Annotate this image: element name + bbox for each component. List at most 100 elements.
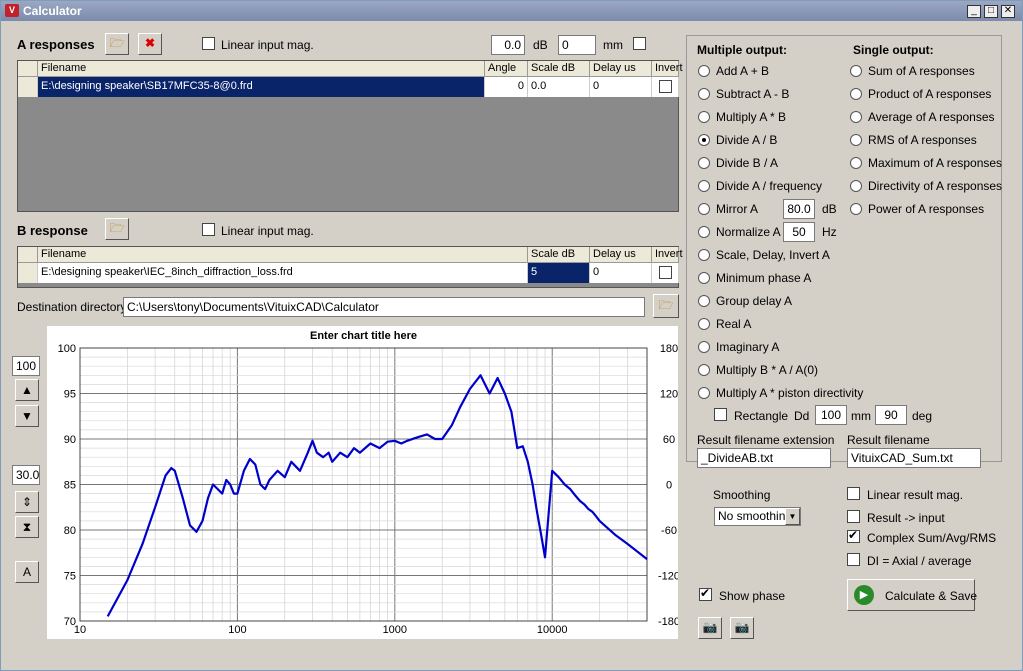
db-offset-input[interactable]: 0.0 (491, 35, 525, 55)
single-output-option-label[interactable]: Maximum of A responses (868, 156, 1002, 170)
multiple-output-radio-13[interactable] (698, 364, 710, 376)
expand-range-button[interactable]: ⇕ (15, 491, 39, 513)
multiple-output-radio-3[interactable] (698, 134, 710, 146)
multiple-output-option-label[interactable]: Multiply B * A / A(0) (716, 363, 818, 377)
col-header-invert: Invert (652, 247, 683, 263)
cell-scale[interactable]: 0.0 (528, 77, 590, 97)
result-ext-input[interactable]: _DivideAB.txt (697, 448, 831, 468)
row-selector[interactable] (18, 263, 38, 283)
row-selector[interactable] (18, 77, 38, 97)
multiple-output-radio-2[interactable] (698, 111, 710, 123)
multiple-output-option-label[interactable]: Group delay A (716, 294, 792, 308)
multiple-output-option-label[interactable]: Minimum phase A (716, 271, 811, 285)
angle-value-input[interactable]: 90 (875, 405, 907, 425)
single-output-radio-4[interactable] (850, 157, 862, 169)
multiple-output-option-label[interactable]: Imaginary A (716, 340, 779, 354)
multiple-output-radio-8[interactable] (698, 249, 710, 261)
multiple-output-radio-10[interactable] (698, 295, 710, 307)
multiple-output-radio-9[interactable] (698, 272, 710, 284)
a-responses-grid: Filename Angle Scale dB Delay us Invert … (17, 60, 683, 212)
multiple-output-radio-12[interactable] (698, 341, 710, 353)
a-linear-input-checkbox[interactable] (202, 37, 215, 50)
capture-add-button[interactable]: 📷 (698, 617, 722, 639)
b-linear-input-checkbox[interactable] (202, 223, 215, 236)
browse-folder-button[interactable]: 🗁 (653, 294, 679, 318)
smoothing-dropdown-button[interactable]: ▼ (785, 508, 800, 525)
linear-result-checkbox[interactable] (847, 487, 860, 500)
cell-invert[interactable] (652, 77, 679, 97)
multiple-output-option-label[interactable]: Divide A / B (716, 133, 777, 147)
single-output-option-label[interactable]: Product of A responses (868, 87, 991, 101)
col-header-scale: Scale dB (528, 247, 590, 263)
chart-top-input[interactable]: 100 (12, 356, 40, 376)
multiple-output-option-label[interactable]: Normalize A (716, 225, 781, 239)
single-output-radio-0[interactable] (850, 65, 862, 77)
mirror-value-input[interactable]: 80.0 (783, 199, 815, 219)
multiple-output-option-label[interactable]: Subtract A - B (716, 87, 789, 101)
auto-scale-button[interactable]: A (15, 561, 39, 583)
multiple-output-option-label[interactable]: Divide B / A (716, 156, 778, 170)
single-output-option-label[interactable]: Sum of A responses (868, 64, 975, 78)
close-button[interactable]: ✕ (1001, 5, 1015, 18)
cell-angle[interactable]: 0 (485, 77, 528, 97)
multiple-output-option-label[interactable]: Multiply A * piston directivity (716, 386, 863, 400)
multiple-output-option-label[interactable]: Scale, Delay, Invert A (716, 248, 830, 262)
multiple-output-radio-6[interactable] (698, 203, 710, 215)
chart-range-input[interactable]: 30.0 (12, 465, 40, 485)
di-axial-checkbox[interactable] (847, 553, 860, 566)
a-open-folder-button[interactable]: 🗁 (105, 33, 129, 55)
single-output-option-label[interactable]: Directivity of A responses (868, 179, 1002, 193)
show-phase-checkbox[interactable] (699, 586, 712, 601)
y2-tick-label: -180 (658, 616, 678, 628)
multiple-output-radio-1[interactable] (698, 88, 710, 100)
folder-icon: 🗁 (109, 36, 125, 50)
single-output-radio-5[interactable] (850, 180, 862, 192)
cell-delay[interactable]: 0 (590, 77, 652, 97)
calculate-save-button[interactable]: ▶ Calculate & Save (847, 579, 977, 611)
result-name-input[interactable]: VituixCAD_Sum.txt (847, 448, 981, 468)
rectangle-checkbox[interactable] (714, 408, 727, 421)
single-output-radio-2[interactable] (850, 111, 862, 123)
multiple-output-radio-5[interactable] (698, 180, 710, 192)
single-output-radio-6[interactable] (850, 203, 862, 215)
capture-remove-button[interactable]: 📷 (730, 617, 754, 639)
single-output-option-label[interactable]: RMS of A responses (868, 133, 977, 147)
cell-delay[interactable]: 0 (590, 263, 652, 283)
complex-sum-checkbox[interactable] (847, 528, 860, 543)
multiple-output-option-label[interactable]: Add A + B (716, 64, 769, 78)
result-input-checkbox[interactable] (847, 510, 860, 523)
b-open-folder-button[interactable]: 🗁 (105, 218, 129, 240)
normalize-value-input[interactable]: 50 (783, 222, 815, 242)
invert-checkbox[interactable] (659, 80, 672, 93)
multiple-output-option-label[interactable]: Multiply A * B (716, 110, 786, 124)
multiple-output-radio-14[interactable] (698, 387, 710, 399)
multiple-output-radio-4[interactable] (698, 157, 710, 169)
minimize-button[interactable]: _ (967, 5, 981, 18)
destination-path-input[interactable]: C:\Users\tony\Documents\VituixCAD\Calcul… (123, 297, 645, 317)
maximize-button[interactable]: □ (984, 5, 998, 18)
scale-down-button[interactable]: ▼ (15, 405, 39, 427)
single-output-option-label[interactable]: Power of A responses (868, 202, 984, 216)
single-output-radio-3[interactable] (850, 134, 862, 146)
complex-sum-label: Complex Sum/Avg/RMS (867, 531, 997, 545)
invert-checkbox[interactable] (659, 266, 672, 279)
cell-scale[interactable]: 5 (528, 263, 590, 283)
cell-filename[interactable]: E:\designing speaker\IEC_8inch_diffracti… (38, 263, 528, 283)
multiple-output-option-label[interactable]: Mirror A (716, 202, 758, 216)
cell-invert[interactable] (652, 263, 679, 283)
scale-up-button[interactable]: ▲ (15, 379, 39, 401)
compress-range-button[interactable]: ⧗ (15, 516, 39, 538)
multiple-output-option-label[interactable]: Real A (716, 317, 751, 331)
a-remove-button[interactable]: ✖ (138, 33, 162, 55)
multiple-output-radio-11[interactable] (698, 318, 710, 330)
cell-filename[interactable]: E:\designing speaker\SB17MFC35-8@0.frd (38, 77, 485, 97)
single-output-option-label[interactable]: Average of A responses (868, 110, 995, 124)
multiple-output-radio-0[interactable] (698, 65, 710, 77)
multiple-output-option-label[interactable]: Divide A / frequency (716, 179, 822, 193)
single-output-radio-1[interactable] (850, 88, 862, 100)
offset-checkbox[interactable] (633, 37, 646, 50)
y-tick-label: 85 (64, 480, 76, 492)
mm-offset-input[interactable]: 0 (558, 35, 596, 55)
dd-value-input[interactable]: 100 (815, 405, 847, 425)
multiple-output-radio-7[interactable] (698, 226, 710, 238)
